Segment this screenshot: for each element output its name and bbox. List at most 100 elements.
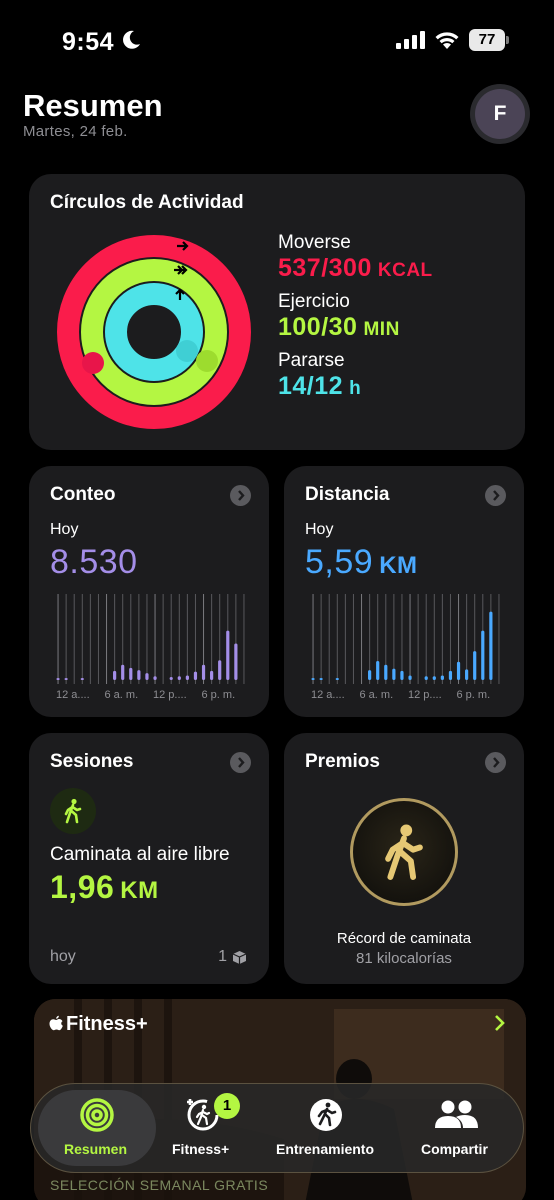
session-distance-value: 1,96: [50, 869, 115, 905]
distance-bar: [424, 676, 428, 680]
avatar[interactable]: F: [470, 84, 530, 144]
steps-bar: [137, 670, 141, 680]
distance-card-title: Distancia: [305, 484, 390, 505]
distance-bar: [392, 668, 396, 680]
activity-rings-card[interactable]: Círculos de Actividad Moverse 537/300 KCA…: [29, 174, 525, 450]
session-count-value: 1: [218, 948, 227, 965]
sessions-card[interactable]: Sesiones Caminata al aire libre 1,96 KM h…: [29, 733, 269, 984]
cellular-signal-icon: [396, 31, 425, 49]
move-label: Moverse: [278, 232, 351, 253]
steps-period: Hoy: [50, 521, 79, 538]
distance-bar: [465, 669, 469, 680]
chevron-right-icon[interactable]: [230, 485, 251, 506]
distance-period: Hoy: [305, 521, 334, 538]
session-count: 1: [218, 948, 247, 966]
distance-bar: [473, 651, 477, 680]
steps-bar: [234, 643, 238, 680]
avatar-initial: F: [475, 89, 525, 139]
people-icon: [435, 1100, 478, 1128]
distance-bar: [448, 670, 453, 680]
activity-rings: [57, 235, 251, 429]
session-distance: 1,96 KM: [50, 869, 159, 906]
fitness-selection-text: SELECCIÓN SEMANAL GRATIS: [50, 1177, 269, 1193]
tab-compartir-label: Compartir: [421, 1141, 488, 1157]
chevron-right-icon[interactable]: [492, 1013, 508, 1033]
fitness-plus-title: Fitness+: [48, 1013, 148, 1036]
status-bar: 9:54 77: [0, 0, 554, 80]
steps-axis-label: 12 p....: [153, 689, 187, 701]
chevron-right-icon[interactable]: [485, 485, 506, 506]
distance-bar: [440, 675, 444, 680]
steps-axis-label: 12 a....: [56, 689, 90, 701]
distance-bar: [456, 661, 461, 680]
awards-card-title: Premios: [305, 751, 380, 772]
move-value-text: 537/300: [278, 254, 372, 282]
distance-hourly-chart: 12 a.... 6 a. m. 12 p.... 6 p. m.: [311, 594, 500, 701]
distance-axis-label: 6 p. m.: [457, 689, 491, 701]
chevron-right-icon[interactable]: [230, 752, 251, 773]
battery-level: 77: [469, 29, 505, 51]
distance-bar: [489, 611, 493, 680]
workout-runner-icon: [310, 1099, 342, 1131]
session-distance-unit: KM: [120, 877, 159, 904]
exercise-value: 100/30 MIN: [278, 313, 400, 342]
steps-bar: [169, 676, 173, 680]
steps-bar: [210, 670, 214, 680]
stand-value: 14/12 h: [278, 372, 361, 401]
distance-bar: [376, 661, 380, 680]
distance-bar: [432, 676, 436, 680]
sessions-card-title: Sesiones: [50, 751, 134, 772]
move-unit: KCAL: [377, 260, 433, 281]
distance-card[interactable]: Distancia Hoy 5,59 KM 12 a.... 6 a. m. 12 p…: [284, 466, 524, 717]
tab-entrenamiento[interactable]: Entrenamiento: [276, 1084, 386, 1174]
stand-label: Pararse: [278, 350, 345, 371]
award-subtitle: 81 kilocalorías: [356, 950, 452, 967]
distance-bar: [408, 675, 412, 680]
stack-icon: [232, 950, 247, 964]
steps-bar: [153, 676, 157, 680]
tab-entrenamiento-label: Entrenamiento: [276, 1141, 375, 1157]
distance-bar: [384, 664, 388, 680]
stand-value-text: 14/12: [278, 372, 344, 400]
moon-icon: [123, 30, 140, 49]
distance-value-text: 5,59: [305, 543, 374, 581]
steps-axis-label: 6 a. m.: [105, 689, 139, 701]
walking-award-icon: [385, 824, 423, 880]
activity-card-title: Círculos de Actividad: [50, 192, 244, 213]
distance-bar: [368, 670, 372, 680]
exercise-label: Ejercicio: [278, 291, 350, 312]
session-workout-name: Caminata al aire libre: [50, 844, 230, 865]
notification-badge: 1: [214, 1093, 240, 1119]
move-value: 537/300 KCAL: [278, 254, 433, 283]
steps-bar: [185, 675, 189, 680]
distance-axis-label: 12 a....: [311, 689, 345, 701]
distance-unit: KM: [379, 552, 418, 579]
award-title: Récord de caminata: [336, 930, 472, 947]
chevron-right-icon[interactable]: [485, 752, 506, 773]
tab-compartir[interactable]: Compartir: [401, 1084, 511, 1174]
distance-axis-label: 12 p....: [408, 689, 442, 701]
steps-card-title: Conteo: [50, 484, 116, 505]
exercise-value-text: 100/30: [278, 313, 358, 341]
fitness-plus-title-text: Fitness+: [66, 1013, 148, 1035]
steps-axis-label: 6 p. m.: [202, 689, 236, 701]
tab-bar: Resumen Fitness+ 1 Entrenamiento Compart…: [30, 1083, 524, 1173]
steps-bar: [80, 678, 84, 680]
steps-card[interactable]: Conteo Hoy 8.530 12 a.... 6 a. m. 12 p....…: [29, 466, 269, 717]
awards-card[interactable]: Premios Récord de caminata 81 kilocalorí…: [284, 733, 524, 984]
walking-icon: [50, 788, 96, 834]
steps-value: 8.530: [50, 543, 138, 581]
exercise-unit: MIN: [363, 319, 400, 340]
status-time: 9:54: [62, 28, 115, 56]
distance-bar: [319, 678, 323, 680]
distance-bar: [400, 670, 404, 680]
distance-bar: [311, 678, 315, 680]
page-date: Martes, 24 feb.: [23, 123, 128, 140]
apple-logo-icon: [49, 1015, 63, 1031]
tab-resumen[interactable]: Resumen: [38, 1084, 156, 1174]
steps-bar: [121, 664, 125, 680]
page-title: Resumen: [23, 88, 163, 123]
steps-hourly-chart: 12 a.... 6 a. m. 12 p.... 6 p. m.: [56, 594, 245, 701]
award-badge[interactable]: [350, 798, 458, 906]
distance-value: 5,59 KM: [305, 543, 418, 582]
